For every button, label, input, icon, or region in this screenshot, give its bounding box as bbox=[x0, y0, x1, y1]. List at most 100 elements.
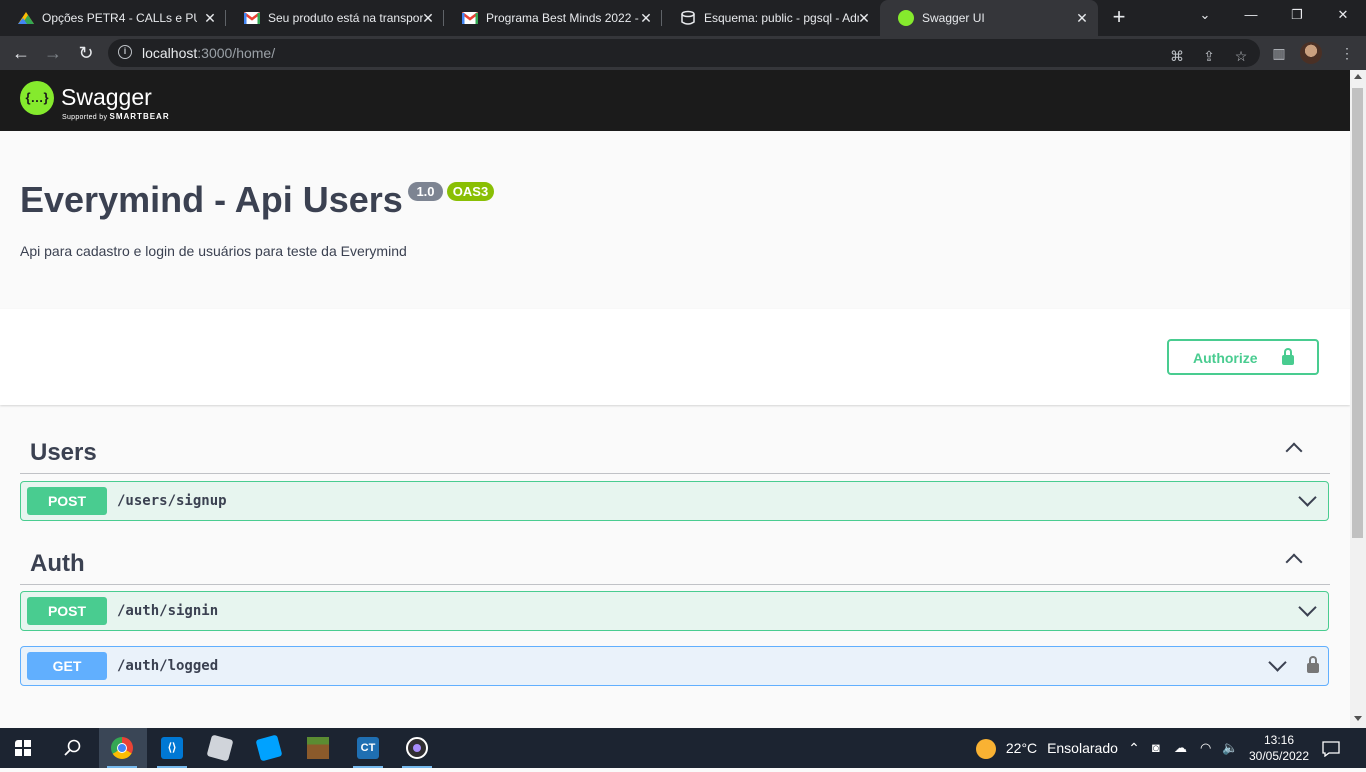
scrollbar-thumb[interactable] bbox=[1352, 88, 1363, 538]
search-icon bbox=[64, 739, 81, 756]
show-hidden-icons-chevron-icon[interactable]: ⌃ bbox=[1127, 728, 1141, 768]
version-badge: 1.0 bbox=[408, 182, 443, 201]
unlocked-lock-icon bbox=[1282, 348, 1294, 365]
profile-avatar[interactable] bbox=[1300, 42, 1322, 64]
search-button[interactable] bbox=[49, 728, 95, 768]
operation-get-auth-logged[interactable]: GET /auth/logged bbox=[20, 646, 1329, 686]
volume-icon[interactable]: 🔈 bbox=[1222, 728, 1238, 768]
swagger-topbar: {…} Swagger Supported by SMARTBEAR bbox=[0, 70, 1350, 131]
roblox-icon bbox=[255, 734, 283, 762]
gmail-icon bbox=[461, 12, 479, 24]
swagger-favicon-icon bbox=[898, 10, 914, 26]
operation-path: /users/signup bbox=[117, 493, 227, 509]
api-info-section: Everymind - Api Users 1.0 OAS3 Api para … bbox=[0, 131, 1350, 309]
reload-button[interactable]: ↻ bbox=[75, 42, 97, 64]
authorize-label: Authorize bbox=[1193, 350, 1258, 366]
weather-temp: 22°C bbox=[1005, 740, 1038, 756]
chrome-icon bbox=[111, 737, 133, 759]
tag-auth-header[interactable]: Auth bbox=[20, 540, 1330, 585]
menu-kebab-icon[interactable]: ⋮ bbox=[1338, 44, 1356, 62]
roblox-studio-icon bbox=[206, 734, 234, 762]
method-badge: POST bbox=[27, 597, 107, 625]
taskbar-chrome[interactable] bbox=[99, 728, 147, 768]
tag-name: Users bbox=[30, 439, 97, 466]
tab-title: Seu produto está na transportadora bbox=[268, 11, 423, 25]
clock[interactable]: 13:16 30/05/2022 bbox=[1246, 728, 1312, 772]
obs-icon bbox=[406, 737, 428, 759]
cheat-engine-icon: CT bbox=[357, 737, 379, 759]
adminer-icon bbox=[680, 10, 696, 26]
operation-post-users-signup[interactable]: POST /users/signup bbox=[20, 481, 1329, 521]
close-tab-icon[interactable]: ✕ bbox=[420, 10, 436, 26]
api-description: Api para cadastro e login de usuários pa… bbox=[20, 243, 407, 259]
authorize-button[interactable]: Authorize bbox=[1167, 339, 1319, 375]
wifi-icon[interactable]: ◠ bbox=[1200, 728, 1211, 768]
api-title: Everymind - Api Users bbox=[20, 179, 403, 220]
taskbar-vscode[interactable]: ⟨⟩ bbox=[149, 728, 195, 768]
taskbar-cheat-engine[interactable]: CT bbox=[345, 728, 391, 768]
translate-icon[interactable]: ⌘ bbox=[1168, 47, 1186, 65]
close-tab-icon[interactable]: ✕ bbox=[1074, 10, 1090, 26]
close-window-button[interactable]: ✕ bbox=[1320, 0, 1366, 30]
notifications-icon[interactable] bbox=[1322, 728, 1344, 768]
weather-widget[interactable]: 22°C Ensolarado bbox=[976, 728, 1118, 768]
tab-seu-produto[interactable]: Seu produto está na transportadora ✕ bbox=[226, 0, 444, 36]
chevron-down-icon[interactable] bbox=[1268, 653, 1287, 672]
start-button[interactable] bbox=[0, 728, 46, 768]
tab-search-icon[interactable]: ⌄ bbox=[1182, 0, 1228, 30]
back-button[interactable]: ← bbox=[10, 42, 32, 64]
bookmark-star-icon[interactable]: ☆ bbox=[1232, 47, 1250, 65]
minimize-button[interactable]: — bbox=[1228, 0, 1274, 30]
chevron-down-icon[interactable] bbox=[1298, 488, 1317, 507]
tag-name: Auth bbox=[30, 550, 85, 577]
swagger-logo-text[interactable]: Swagger bbox=[61, 84, 152, 111]
tag-users-header[interactable]: Users bbox=[20, 429, 1330, 474]
forward-button[interactable]: → bbox=[42, 42, 64, 64]
tab-best-minds[interactable]: Programa Best Minds 2022 - ✕ bbox=[444, 0, 662, 36]
swagger-logo-subtitle: Supported by SMARTBEAR bbox=[62, 112, 170, 121]
share-icon[interactable]: ⇪ bbox=[1200, 47, 1218, 65]
chart-favicon-icon bbox=[18, 12, 34, 24]
tab-swagger-ui[interactable]: Swagger UI ✕ bbox=[880, 0, 1098, 36]
address-bar[interactable]: i localhost:3000/home/ ⌘ ⇪ ☆ bbox=[108, 39, 1260, 67]
chevron-up-icon[interactable] bbox=[1285, 553, 1303, 571]
browser-toolbar: ← → ↻ i localhost:3000/home/ ⌘ ⇪ ☆ ▥ ⋮ bbox=[0, 36, 1366, 70]
browser-tab-strip: Opções PETR4 - CALLs e PUTs ✕ Seu produt… bbox=[0, 0, 1366, 36]
operation-post-auth-signin[interactable]: POST /auth/signin bbox=[20, 591, 1329, 631]
vscode-icon: ⟨⟩ bbox=[161, 737, 183, 759]
swagger-logo-icon[interactable]: {…} bbox=[20, 81, 54, 115]
weather-desc: Ensolarado bbox=[1047, 740, 1118, 756]
taskbar-roblox-studio[interactable] bbox=[197, 728, 243, 768]
minecraft-icon bbox=[307, 737, 329, 759]
operation-path: /auth/logged bbox=[117, 658, 219, 674]
taskbar-minecraft[interactable] bbox=[295, 728, 341, 768]
site-info-icon[interactable]: i bbox=[118, 45, 132, 59]
chevron-down-icon[interactable] bbox=[1298, 598, 1317, 617]
restore-button[interactable]: ❐ bbox=[1274, 0, 1320, 30]
url-text: localhost:3000/home/ bbox=[142, 45, 276, 61]
new-tab-button[interactable]: + bbox=[1108, 6, 1130, 28]
taskbar-obs[interactable] bbox=[394, 728, 440, 768]
scroll-down-arrow-icon[interactable] bbox=[1354, 716, 1362, 721]
scheme-container: Authorize bbox=[0, 309, 1350, 405]
clock-time: 13:16 bbox=[1263, 733, 1295, 747]
tab-adminer[interactable]: Esquema: public - pgsql - Adminer ✕ bbox=[662, 0, 880, 36]
close-tab-icon[interactable]: ✕ bbox=[202, 10, 218, 26]
windows-logo-icon bbox=[15, 740, 31, 756]
gmail-icon bbox=[243, 12, 261, 24]
tab-opcoes-petr4[interactable]: Opções PETR4 - CALLs e PUTs ✕ bbox=[0, 0, 226, 36]
tab-title: Swagger UI bbox=[922, 11, 985, 25]
chevron-up-icon[interactable] bbox=[1285, 442, 1303, 460]
onedrive-cloud-icon[interactable]: ☁ bbox=[1174, 728, 1187, 768]
operation-path: /auth/signin bbox=[117, 603, 219, 619]
meet-now-icon[interactable]: ◙ bbox=[1152, 728, 1160, 768]
taskbar-roblox[interactable] bbox=[246, 728, 292, 768]
sun-icon bbox=[976, 739, 996, 760]
side-panel-icon[interactable]: ▥ bbox=[1270, 44, 1288, 62]
windows-taskbar: ⟨⟩ CT 22°C Ensolarado ⌃ ◙ ☁ ◠ 🔈 13:16 30… bbox=[0, 728, 1366, 768]
locked-lock-icon[interactable] bbox=[1307, 656, 1319, 673]
close-tab-icon[interactable]: ✕ bbox=[638, 10, 654, 26]
close-tab-icon[interactable]: ✕ bbox=[856, 10, 872, 26]
tab-title: Programa Best Minds 2022 - bbox=[486, 11, 639, 25]
scroll-up-arrow-icon[interactable] bbox=[1354, 74, 1362, 79]
